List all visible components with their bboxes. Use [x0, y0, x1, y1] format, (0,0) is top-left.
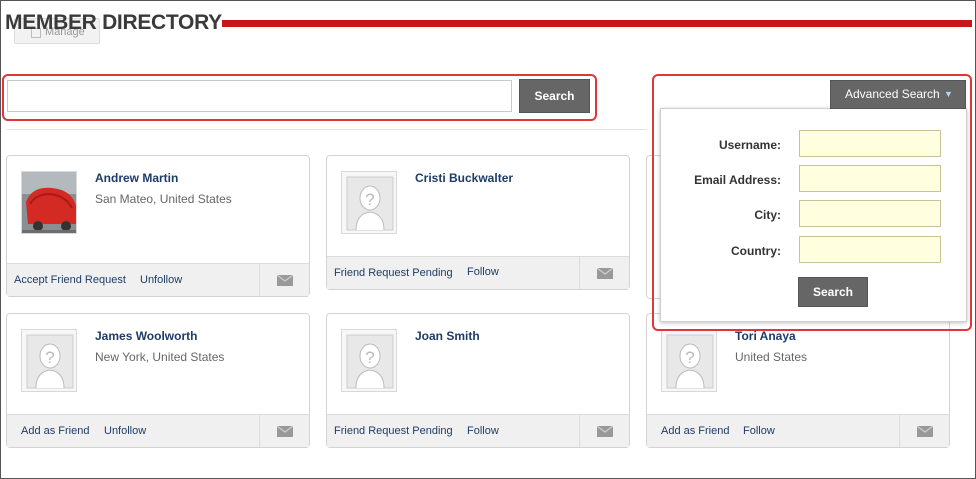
member-card: ? Tori Anaya United States Add as Friend… [646, 313, 950, 448]
message-button[interactable] [259, 415, 309, 447]
default-avatar-icon[interactable]: ? [661, 329, 717, 392]
member-name[interactable]: Joan Smith [415, 329, 480, 343]
card-footer: Add as Friend Follow [647, 414, 949, 447]
card-footer: Friend Request Pending Follow [327, 256, 629, 289]
envelope-icon [597, 268, 613, 279]
message-button[interactable] [259, 264, 309, 296]
advanced-search-highlight [652, 74, 972, 331]
message-button[interactable] [579, 415, 629, 447]
card-footer: Add as Friend Unfollow [7, 414, 309, 447]
search-input[interactable] [7, 80, 512, 112]
member-name[interactable]: Tori Anaya [735, 329, 796, 343]
envelope-icon [917, 426, 933, 437]
friend-request-pending-link[interactable]: Friend Request Pending [334, 267, 453, 279]
svg-text:?: ? [365, 190, 374, 209]
unfollow-link[interactable]: Unfollow [104, 425, 146, 437]
accept-friend-request-link[interactable]: Accept Friend Request [14, 274, 126, 286]
unfollow-link[interactable]: Unfollow [140, 274, 182, 286]
svg-text:?: ? [365, 348, 374, 367]
divider [7, 129, 647, 130]
member-name[interactable]: Andrew Martin [95, 171, 178, 185]
member-name[interactable]: Cristi Buckwalter [415, 171, 513, 185]
envelope-icon [597, 426, 613, 437]
friend-request-pending-link[interactable]: Friend Request Pending [334, 425, 453, 437]
card-footer: Accept Friend Request Unfollow [7, 263, 309, 296]
search-button[interactable]: Search [519, 79, 590, 113]
envelope-icon [277, 275, 293, 286]
page-title: MEMBER DIRECTORY [5, 11, 222, 34]
svg-text:?: ? [45, 348, 54, 367]
member-location: United States [735, 350, 808, 364]
member-location: San Mateo, United States [95, 192, 232, 206]
default-avatar-icon[interactable]: ? [341, 329, 397, 392]
message-button[interactable] [579, 257, 629, 289]
add-as-friend-link[interactable]: Add as Friend [21, 425, 89, 437]
member-card: ? James Woolworth New York, United State… [6, 313, 310, 448]
title-rule [222, 20, 972, 27]
member-name[interactable]: James Woolworth [95, 329, 197, 343]
follow-link[interactable]: Follow [467, 266, 499, 278]
follow-link[interactable]: Follow [467, 425, 499, 437]
add-as-friend-link[interactable]: Add as Friend [661, 425, 729, 437]
default-avatar-icon[interactable]: ? [341, 171, 397, 234]
message-button[interactable] [899, 415, 949, 447]
card-footer: Friend Request Pending Follow [327, 414, 629, 447]
member-location: New York, United States [95, 350, 225, 364]
member-card: Andrew Martin San Mateo, United States A… [6, 155, 310, 297]
envelope-icon [277, 426, 293, 437]
member-card: ? Joan Smith Friend Request Pending Foll… [326, 313, 630, 448]
member-photo[interactable] [21, 171, 77, 234]
default-avatar-icon[interactable]: ? [21, 329, 77, 392]
member-card: ? Cristi Buckwalter Friend Request Pendi… [326, 155, 630, 290]
svg-text:?: ? [685, 348, 694, 367]
follow-link[interactable]: Follow [743, 425, 775, 437]
